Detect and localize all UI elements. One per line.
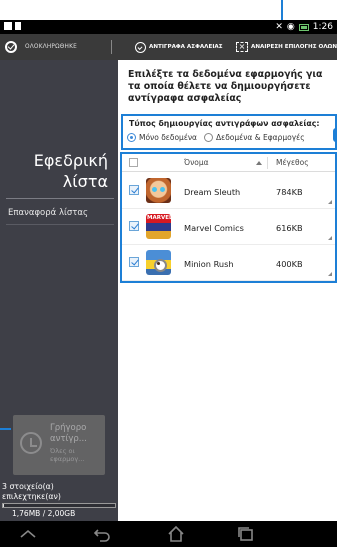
done-label: ΟΛΟΚΛΗΡΩΘΗΚΕ bbox=[25, 44, 77, 50]
wifi-icon: ◉ bbox=[286, 22, 295, 32]
app-size: 616KB bbox=[276, 223, 303, 233]
home-icon[interactable] bbox=[166, 525, 186, 543]
radio-data-and-apps[interactable] bbox=[204, 133, 214, 142]
app-name: Marvel Comics bbox=[184, 223, 244, 233]
restore-list-item[interactable]: Επαναφορά λίστας bbox=[8, 208, 88, 218]
bluetooth-off-icon: ✕ bbox=[275, 22, 283, 32]
radio-data-only[interactable] bbox=[127, 133, 136, 142]
row-checkbox[interactable] bbox=[129, 257, 139, 267]
app-list-header: Όνομα Μέγεθος bbox=[122, 154, 335, 172]
file-icon bbox=[15, 22, 21, 30]
sort-ascending-icon[interactable] bbox=[256, 161, 262, 165]
storage-progress-bar bbox=[2, 503, 116, 508]
deselect-all-label: ΑΝΑΙΡΕΣΗ ΕΠΙΛΟΓΗΣ ΟΛΩΝ bbox=[251, 44, 337, 50]
quick-backup-subtitle: Όλες οι εφαρμογ... bbox=[50, 447, 85, 463]
expand-corner-icon bbox=[328, 272, 332, 276]
selected-count: 3 στοιχείο(α) επιλεχτηκε(αν) bbox=[2, 482, 61, 501]
app-list: Όνομα Μέγεθος Dream Sleuth 784KB MARVEL … bbox=[120, 152, 337, 283]
sidebar-title-line1: Εφεδρική bbox=[33, 151, 108, 170]
marvel-logo-text: MARVEL bbox=[147, 215, 171, 221]
check-circle-icon bbox=[5, 41, 17, 53]
recent-apps-icon[interactable] bbox=[236, 525, 256, 543]
storage-progress-fill bbox=[3, 504, 5, 507]
sidebar-title-line2: λίστα bbox=[62, 172, 108, 191]
column-divider bbox=[267, 157, 268, 169]
storage-size: 1,76MB / 2,00GB bbox=[12, 509, 76, 518]
callout-line-left bbox=[0, 428, 11, 430]
quick-backup-title: Γρήγορο αντίγρ... bbox=[50, 423, 87, 444]
deselect-all-button[interactable]: × ΑΝΑΙΡΕΣΗ ΕΠΙΛΟΓΗΣ ΟΛΩΝ bbox=[236, 34, 337, 60]
backup-button[interactable]: ΑΝΤΙΓΡΑΦΑ ΑΣΦΑΛΕΙΑΣ bbox=[135, 34, 223, 60]
marvel-comics-icon: MARVEL bbox=[146, 214, 171, 239]
callout-marker-right bbox=[333, 128, 337, 142]
backup-type-box: Τύπος δημιουργίας αντιγράφων ασφαλείας: … bbox=[121, 114, 337, 150]
callout-line-top bbox=[281, 0, 283, 21]
quick-backup-button[interactable]: Γρήγορο αντίγρ... Όλες οι εφαρμογ... bbox=[13, 415, 105, 475]
app-size: 400KB bbox=[276, 259, 303, 269]
status-bar: ✕ ◉ 1:26 bbox=[0, 20, 337, 34]
back-icon[interactable] bbox=[92, 525, 112, 543]
minion-rush-icon bbox=[146, 250, 171, 275]
select-all-checkbox[interactable] bbox=[129, 158, 138, 167]
backup-icon bbox=[135, 41, 146, 53]
action-bar: ΟΛΟΚΛΗΡΩΘΗΚΕ ΑΝΤΙΓΡΑΦΑ ΑΣΦΑΛΕΙΑΣ × ΑΝΑΙΡ… bbox=[0, 34, 337, 60]
app-size: 784KB bbox=[276, 187, 303, 197]
battery-icon bbox=[298, 23, 309, 31]
column-name[interactable]: Όνομα bbox=[184, 158, 209, 167]
app-name: Minion Rush bbox=[184, 259, 234, 269]
app-row-dream-sleuth[interactable]: Dream Sleuth 784KB bbox=[122, 173, 335, 209]
instruction-text: Επιλέξτε τα δεδομένα εφαρμογής για τα οπ… bbox=[128, 69, 323, 104]
deselect-icon: × bbox=[236, 42, 248, 52]
row-checkbox[interactable] bbox=[129, 185, 139, 195]
clock: 1:26 bbox=[312, 22, 333, 32]
label-data-and-apps: Δεδομένα & Εφαρμογές bbox=[216, 133, 305, 142]
column-size[interactable]: Μέγεθος bbox=[276, 158, 309, 167]
row-checkbox[interactable] bbox=[129, 221, 139, 231]
status-indicators: ✕ ◉ 1:26 bbox=[275, 20, 333, 34]
menu-chevron-icon[interactable] bbox=[18, 525, 38, 543]
action-bar-divider bbox=[111, 40, 112, 54]
app-row-minion-rush[interactable]: Minion Rush 400KB bbox=[122, 245, 335, 281]
backup-type-options: Μόνο δεδομένα Δεδομένα & Εφαρμογές bbox=[127, 133, 305, 142]
expand-corner-icon bbox=[328, 236, 332, 240]
app-name: Dream Sleuth bbox=[184, 187, 241, 197]
main-panel: Επιλέξτε τα δεδομένα εφαρμογής για τα οπ… bbox=[118, 60, 337, 521]
sidebar-divider bbox=[6, 198, 114, 199]
notification-icon bbox=[4, 22, 12, 30]
backup-label: ΑΝΤΙΓΡΑΦΑ ΑΣΦΑΛΕΙΑΣ bbox=[149, 44, 223, 50]
quick-backup-icon bbox=[20, 432, 42, 454]
app-row-marvel-comics[interactable]: MARVEL Marvel Comics 616KB bbox=[122, 209, 335, 245]
screen: ✕ ◉ 1:26 ΟΛΟΚΛΗΡΩΘΗΚΕ ΑΝΤΙΓΡΑΦΑ ΑΣΦΑΛΕΙΑ… bbox=[0, 0, 337, 547]
backup-type-title: Τύπος δημιουργίας αντιγράφων ασφαλείας: bbox=[129, 119, 320, 128]
sidebar-divider-2 bbox=[6, 224, 114, 225]
navigation-bar bbox=[0, 521, 337, 547]
sidebar: Εφεδρική λίστα Επαναφορά λίστας Γρήγορο … bbox=[0, 60, 118, 521]
done-button[interactable]: ΟΛΟΚΛΗΡΩΘΗΚΕ bbox=[0, 34, 110, 60]
sidebar-title: Εφεδρική λίστα bbox=[0, 150, 108, 192]
status-notifications bbox=[4, 22, 21, 30]
expand-corner-icon bbox=[328, 200, 332, 204]
dream-sleuth-icon bbox=[146, 178, 171, 203]
label-data-only: Μόνο δεδομένα bbox=[139, 133, 198, 142]
